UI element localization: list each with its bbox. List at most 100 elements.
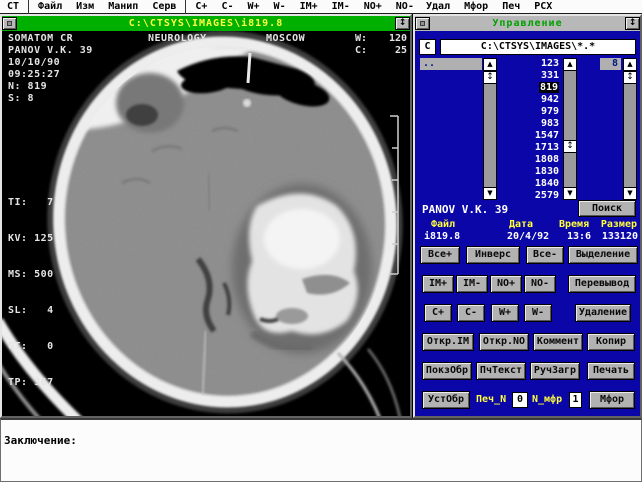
menu-item-mfor[interactable]: Мфор [457,1,495,12]
c-minus-button[interactable]: C- [457,304,485,322]
open-no-button[interactable]: Откр.NO [479,333,529,351]
menu-item-udal[interactable]: Удал [419,1,457,12]
resize-button[interactable]: ↕ [625,17,640,30]
scroll-down-icon[interactable]: ▼ [623,187,637,200]
set-image-button[interactable]: УстОбр [422,391,470,409]
scroll-down-icon[interactable]: ▼ [563,187,577,200]
file-item[interactable]: 942 [504,94,561,106]
scroll-track[interactable]: ↕ [623,71,637,187]
date-header: Дата [509,219,533,230]
file-item-selected-label: 819 [539,82,559,93]
file-item[interactable]: 123 [504,58,561,70]
ct-image-area[interactable]: SOMATOM CR NEUROLOGY MOSCOW W:120 C:25 P… [2,31,410,416]
file-list[interactable]: 123 331 819 942 979 983 1547 1713 1808 1… [504,58,561,200]
print-n-input[interactable]: 0 [512,392,528,408]
image-window: C:\CTSYS\IMAGES\i819.8 ↕ [0,14,412,418]
series-list[interactable]: 8 [600,58,621,200]
study-date: 10/10/90 [8,57,60,69]
file-item[interactable]: 1840 [504,178,561,190]
all-minus-button[interactable]: Все- [526,246,564,264]
menu-item-im-plus[interactable]: IM+ [293,1,325,12]
w-minus-button[interactable]: W- [524,304,552,322]
manual-load-button[interactable]: РучЗагр [530,362,580,380]
menu-item-ct[interactable]: CT [0,1,26,12]
im-plus-button[interactable]: IM+ [422,275,454,293]
n-mfr-input[interactable]: 1 [569,392,582,408]
conclusion-panel[interactable]: Заключение: [0,418,642,482]
print-text-button[interactable]: ПчТекст [476,362,526,380]
search-button[interactable]: Поиск [578,200,636,217]
system-menu-button[interactable] [2,17,17,30]
menu-item-pech[interactable]: Печ [495,1,527,12]
scroll-thumb-icon[interactable]: ↕ [483,71,497,84]
drive-button[interactable]: C [419,39,436,55]
open-im-button[interactable]: Откр.IM [422,333,474,351]
file-item[interactable]: 2579 [504,190,561,200]
resize-button[interactable]: ↕ [395,17,410,30]
print-n-label: Печ_N [476,394,506,405]
file-item-selected[interactable]: 819 [504,82,561,94]
scroll-track[interactable]: ↕ [563,71,577,187]
menu-item-c-minus[interactable]: C- [214,1,240,12]
center-label: C: [355,45,367,57]
scroll-up-icon[interactable]: ▲ [623,58,637,71]
w-plus-button[interactable]: W+ [491,304,519,322]
file-item[interactable]: 983 [504,118,561,130]
scroll-up-icon[interactable]: ▲ [563,58,577,71]
c-plus-button[interactable]: C+ [424,304,452,322]
system-menu-icon [420,21,425,26]
path-field[interactable]: C:\CTSYS\IMAGES\*.* [440,39,636,55]
all-plus-button[interactable]: Все+ [420,246,460,264]
scroll-track[interactable]: ↕ [483,71,497,187]
menu-item-w-minus[interactable]: W- [267,1,293,12]
mfor-button[interactable]: Мфор [589,391,635,409]
menu-item-no-plus[interactable]: NO+ [357,1,389,12]
menu-item-izm[interactable]: Изм [69,1,101,12]
reexport-button[interactable]: Перевывод [568,275,636,293]
menu-item-no-minus[interactable]: NO- [389,1,421,12]
directory-item[interactable]: .. [420,58,482,70]
scroll-down-icon[interactable]: ▼ [483,187,497,200]
directory-scrollbar[interactable]: ▲ ↕ ▼ [483,58,497,200]
menu-item-manip[interactable]: Манип [101,1,145,12]
file-header: Файл [431,219,455,230]
scroll-thumb-icon[interactable]: ↕ [563,140,577,153]
menu-item-rsx[interactable]: РСХ [527,1,559,12]
print-button[interactable]: Печать [587,362,635,380]
menu-item-serv[interactable]: Серв [145,1,183,12]
series-scrollbar[interactable]: ▲ ↕ ▼ [623,58,637,200]
param-ms: MS: 500 [8,269,54,281]
slice-number: S: 8 [8,93,34,105]
selection-button[interactable]: Выделение [568,246,638,264]
delete-button[interactable]: Удаление [575,304,631,322]
copy-button[interactable]: Копир [587,333,635,351]
series-item[interactable]: 8 [600,58,621,70]
file-item[interactable]: 1713 [504,142,561,154]
image-window-titlebar: C:\CTSYS\IMAGES\i819.8 ↕ [2,16,410,31]
system-menu-button[interactable] [415,17,430,30]
directory-list[interactable]: .. [420,58,482,200]
file-scrollbar[interactable]: ▲ ↕ ▼ [563,58,577,200]
comment-button[interactable]: Коммент [533,333,583,351]
im-minus-button[interactable]: IM- [456,275,488,293]
no-plus-button[interactable]: NO+ [490,275,522,293]
menu-separator [28,0,29,14]
no-minus-button[interactable]: NO- [524,275,556,293]
menu-item-c-plus[interactable]: C+ [188,1,214,12]
scroll-thumb-icon[interactable]: ↕ [623,71,637,84]
file-item[interactable]: 1547 [504,130,561,142]
file-item[interactable]: 1808 [504,154,561,166]
param-ti: TI: 7 [8,197,54,209]
control-window: Управление ↕ C C:\CTSYS\IMAGES\*.* .. ▲ … [413,14,642,418]
conclusion-label: Заключение: [4,434,77,447]
scroll-up-icon[interactable]: ▲ [483,58,497,71]
show-image-button[interactable]: ПокзОбр [422,362,472,380]
menu-item-im-minus[interactable]: IM- [325,1,357,12]
file-item[interactable]: 331 [504,70,561,82]
menu-item-w-plus[interactable]: W+ [241,1,267,12]
file-item[interactable]: 1830 [504,166,561,178]
menu-item-file[interactable]: Файл [31,1,69,12]
file-item[interactable]: 979 [504,106,561,118]
ct-scan-image [2,31,410,416]
invert-button[interactable]: Инверс [466,246,520,264]
